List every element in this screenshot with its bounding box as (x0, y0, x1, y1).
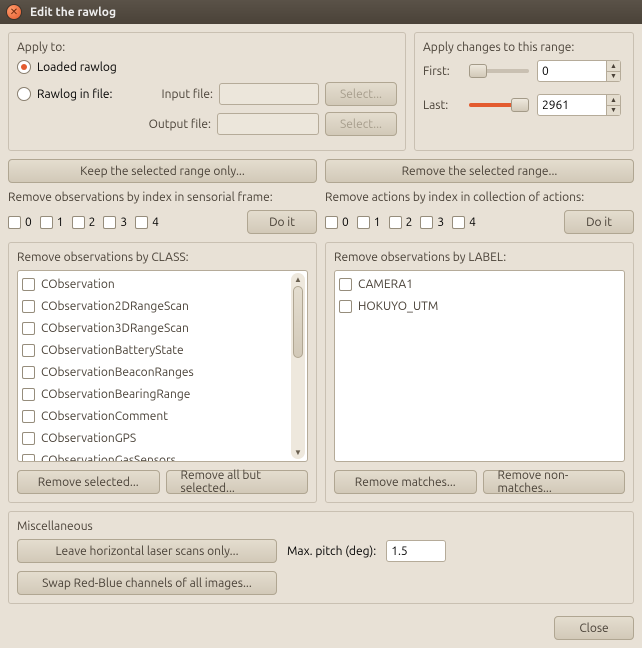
remove-obs-index-group: Remove observations by index in sensoria… (8, 191, 317, 234)
chevron-up-icon[interactable]: ▲ (294, 275, 302, 284)
select-output-button[interactable]: Select... (325, 112, 397, 136)
list-item: CObservationComment (22, 407, 303, 425)
class-listbox[interactable]: CObservation CObservation2DRangeScan COb… (17, 270, 308, 462)
list-item: CObservationGasSensors (22, 451, 303, 462)
input-file-label: Input file: (133, 88, 213, 101)
obs-idx-4-check[interactable] (135, 216, 148, 229)
apply-to-group: Apply to: Loaded rawlog Rawlog in file: … (8, 32, 406, 151)
act-idx-2-check[interactable] (389, 216, 402, 229)
list-item: CObservationGPS (22, 429, 303, 447)
keep-range-button[interactable]: Keep the selected range only... (8, 159, 317, 183)
act-idx-1-check[interactable] (357, 216, 370, 229)
radio-rawlog-in-file[interactable] (17, 87, 31, 101)
by-class-group: Remove observations by CLASS: CObservati… (8, 242, 317, 503)
remove-act-index-group: Remove actions by index in collection of… (325, 191, 634, 234)
obs-idx-doit-button[interactable]: Do it (247, 210, 317, 234)
list-item: CObservationBeaconRanges (22, 363, 303, 381)
class-scrollbar[interactable]: ▲ ▼ (291, 273, 305, 459)
misc-group: Miscellaneous Leave horizontal laser sca… (8, 511, 634, 604)
act-idx-4-check[interactable] (452, 216, 465, 229)
close-icon[interactable]: ✕ (6, 4, 22, 20)
horiz-scans-button[interactable]: Leave horizontal laser scans only... (17, 539, 277, 563)
max-pitch-label: Max. pitch (deg): (287, 545, 376, 558)
swap-rb-button[interactable]: Swap Red-Blue channels of all images... (17, 571, 277, 595)
obs-idx-1-check[interactable] (40, 216, 53, 229)
list-item: HOKUYO_UTM (339, 297, 620, 315)
last-slider[interactable] (469, 103, 529, 107)
remove-non-matches-button[interactable]: Remove non-matches... (483, 470, 626, 494)
input-file-field[interactable] (219, 83, 319, 105)
last-spinner[interactable]: ▲▼ (537, 94, 621, 116)
remove-obs-index-label: Remove observations by index in sensoria… (8, 191, 317, 204)
select-input-button[interactable]: Select... (325, 82, 397, 106)
list-item: CAMERA1 (339, 275, 620, 293)
radio-loaded-rawlog-label: Loaded rawlog (37, 61, 117, 74)
window-title: Edit the rawlog (30, 6, 116, 19)
first-slider[interactable] (469, 69, 529, 73)
radio-rawlog-in-file-label: Rawlog in file: (37, 88, 127, 101)
close-button[interactable]: Close (554, 616, 634, 640)
remove-act-index-label: Remove actions by index in collection of… (325, 191, 634, 204)
list-item: CObservationBatteryState (22, 341, 303, 359)
output-file-label: Output file: (131, 118, 211, 131)
first-spinner[interactable]: ▲▼ (537, 60, 621, 82)
chevron-up-icon[interactable]: ▲ (607, 61, 620, 72)
last-value[interactable] (537, 94, 607, 116)
list-item: CObservation3DRangeScan (22, 319, 303, 337)
radio-loaded-rawlog[interactable] (17, 60, 31, 74)
remove-matches-button[interactable]: Remove matches... (334, 470, 477, 494)
first-value[interactable] (537, 60, 607, 82)
by-label-label: Remove observations by LABEL: (334, 251, 625, 264)
range-label: Apply changes to this range: (423, 41, 625, 54)
obs-idx-3-check[interactable] (103, 216, 116, 229)
scroll-thumb[interactable] (293, 286, 303, 358)
remove-selected-button[interactable]: Remove selected... (17, 470, 160, 494)
remove-all-but-selected-button[interactable]: Remove all but selected... (166, 470, 309, 494)
last-label: Last: (423, 99, 461, 112)
act-idx-3-check[interactable] (420, 216, 433, 229)
list-item: CObservation (22, 275, 303, 293)
chevron-down-icon[interactable]: ▼ (607, 72, 620, 82)
act-idx-0-check[interactable] (325, 216, 338, 229)
output-file-field[interactable] (217, 113, 319, 135)
first-label: First: (423, 65, 461, 78)
list-item: CObservation2DRangeScan (22, 297, 303, 315)
max-pitch-field[interactable] (386, 540, 446, 562)
range-group: Apply changes to this range: First: ▲▼ L… (414, 32, 634, 151)
obs-idx-0-check[interactable] (8, 216, 21, 229)
chevron-down-icon[interactable]: ▼ (294, 448, 302, 457)
act-idx-doit-button[interactable]: Do it (564, 210, 634, 234)
remove-range-button[interactable]: Remove the selected range... (325, 159, 634, 183)
titlebar: ✕ Edit the rawlog (0, 0, 642, 24)
apply-to-label: Apply to: (17, 41, 397, 54)
by-class-label: Remove observations by CLASS: (17, 251, 308, 264)
label-listbox[interactable]: CAMERA1 HOKUYO_UTM (334, 270, 625, 462)
chevron-up-icon[interactable]: ▲ (607, 95, 620, 106)
obs-idx-2-check[interactable] (72, 216, 85, 229)
list-item: CObservationBearingRange (22, 385, 303, 403)
chevron-down-icon[interactable]: ▼ (607, 106, 620, 116)
misc-label: Miscellaneous (17, 520, 625, 533)
by-label-group: Remove observations by LABEL: CAMERA1 HO… (325, 242, 634, 503)
